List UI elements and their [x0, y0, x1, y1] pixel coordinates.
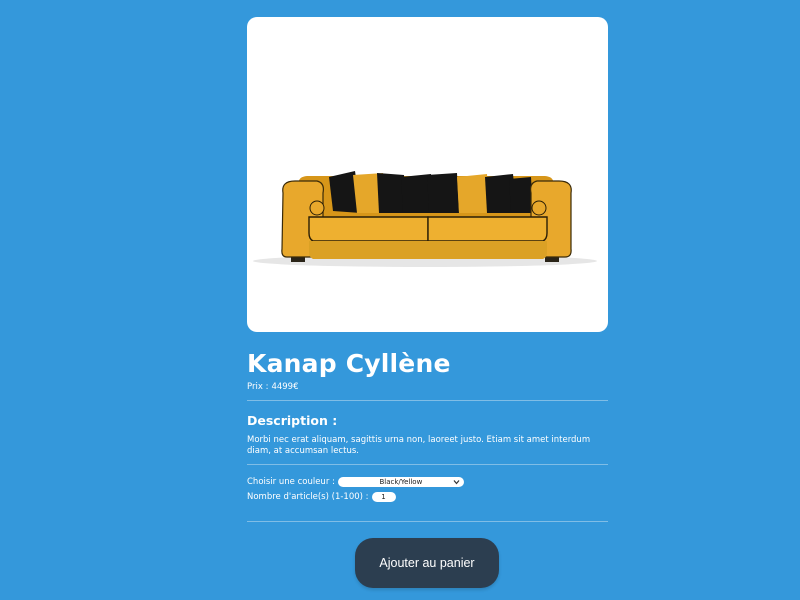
quantity-label: Nombre d'article(s) (1-100) :: [247, 492, 369, 502]
sofa-image: [253, 171, 597, 267]
product-price: Prix :4499€: [247, 381, 298, 393]
product-page: Kanap Cyllène Prix :4499€ Description : …: [0, 0, 800, 600]
chevron-down-icon: [453, 480, 460, 485]
product-image: [247, 17, 608, 332]
divider: [247, 464, 608, 465]
color-option-row: Choisir une couleur : Black/Yellow: [247, 476, 464, 488]
add-to-cart-button[interactable]: Ajouter au panier: [355, 538, 499, 588]
divider: [247, 521, 608, 522]
quantity-input[interactable]: 1: [371, 492, 396, 502]
price-label: Prix :: [247, 382, 269, 392]
description-text: Morbi nec erat aliquam, sagittis urna no…: [247, 435, 591, 456]
color-selected-value: Black/Yellow: [379, 478, 423, 486]
color-label: Choisir une couleur :: [247, 477, 335, 487]
description-title: Description :: [247, 413, 338, 428]
quantity-option-row: Nombre d'article(s) (1-100) : 1: [247, 491, 396, 503]
price-value: 4499€: [271, 382, 299, 392]
product-title: Kanap Cyllène: [247, 349, 451, 378]
color-select[interactable]: Black/Yellow: [337, 477, 464, 487]
divider: [247, 400, 608, 401]
